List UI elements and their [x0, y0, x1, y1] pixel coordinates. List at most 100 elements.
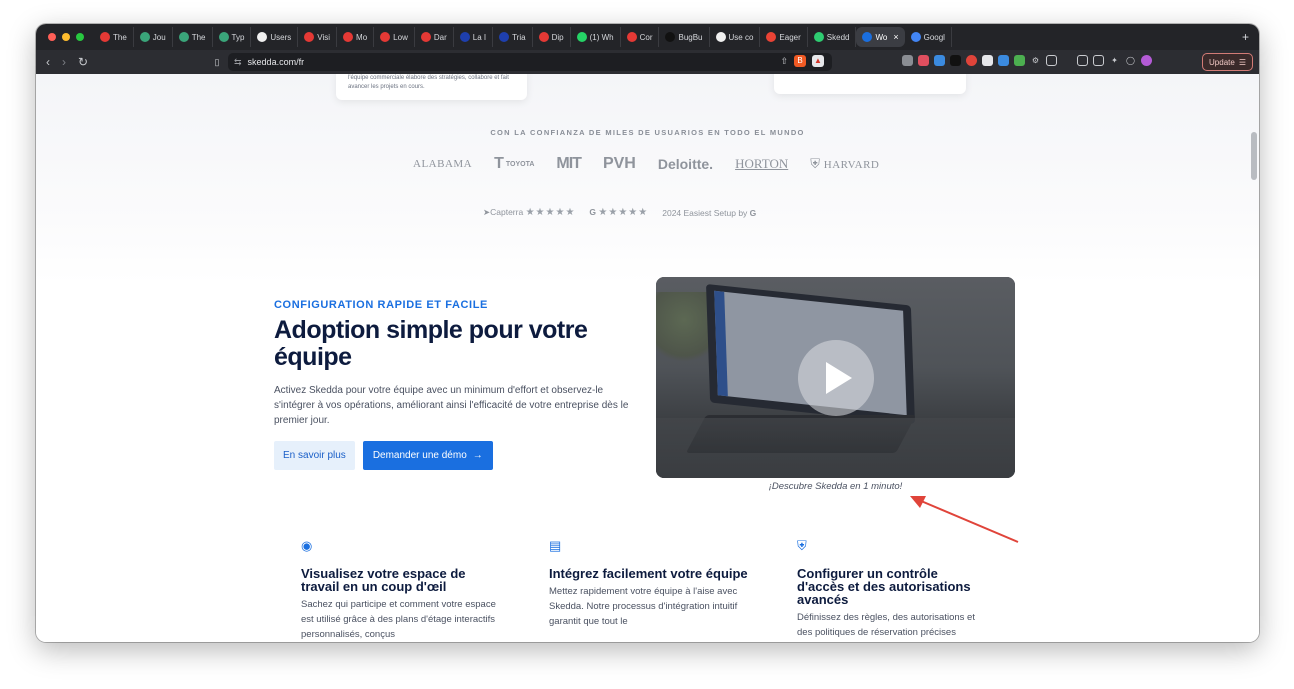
extension-sync-icon[interactable] — [934, 55, 945, 66]
feature-title: Configurer un contrôle d'accès et des au… — [797, 566, 971, 607]
extension-magnet-icon[interactable] — [918, 55, 929, 66]
url-text[interactable]: skedda.com/fr — [248, 57, 305, 67]
feature-text: Sachez qui participe et comment votre es… — [301, 599, 496, 640]
browser-tab[interactable]: Eager — [760, 27, 808, 47]
arrow-right-icon: → — [472, 450, 483, 461]
address-bar-actions: ⇧ B ▲ — [780, 55, 824, 67]
tab-label: La I — [472, 32, 487, 42]
extension-record-icon[interactable] — [966, 55, 977, 66]
brave-rewards-icon[interactable]: ▲ — [812, 55, 824, 67]
extension-box-icon[interactable] — [1046, 55, 1057, 66]
feature-access-control: ⛨ Configurer un contrôle d'accès et des … — [797, 539, 987, 640]
tab-label: Visi — [317, 32, 331, 42]
feature-card-text: l'équipe commerciale élabore des stratég… — [348, 75, 509, 90]
leo-icon[interactable]: ✦ — [1109, 55, 1120, 66]
vpn-icon[interactable]: ◯ — [1125, 55, 1136, 66]
section-description: Activez Skedda pour votre équipe avec un… — [274, 385, 629, 426]
tab-label: Eager — [779, 32, 801, 42]
video-player[interactable] — [656, 277, 1015, 478]
capterra-label: Capterra — [490, 207, 524, 217]
g2-stars: ★★★★★ — [598, 207, 649, 218]
feature-onboarding: ▤ Intégrez facilement votre équipe Mette… — [549, 539, 749, 629]
youtube-icon — [538, 32, 549, 42]
browser-tab[interactable]: The — [94, 27, 134, 47]
play-button[interactable] — [798, 340, 874, 416]
tab-label: The — [191, 32, 206, 42]
site-settings-icon[interactable]: ⇆ — [228, 57, 248, 68]
extension-settings-icon[interactable] — [982, 55, 993, 66]
section-headline: Adoption simple pour votre équipe — [274, 316, 588, 371]
harvard-logo-text: HARVARD — [823, 159, 880, 171]
browser-tab[interactable]: Wo × — [856, 27, 905, 47]
whatsapp-icon — [576, 32, 587, 42]
nav-buttons: ‹ › ↻ — [36, 55, 204, 69]
tab-label: Tria — [512, 32, 526, 42]
page-scrollbar[interactable] — [1251, 132, 1257, 180]
customer-logos: ALABAMA T TOYOTA MIT PVH Deloitte. HORTO… — [413, 155, 879, 173]
browser-tab[interactable]: Low — [374, 27, 415, 47]
forward-icon[interactable]: › — [62, 55, 66, 69]
harvard-shield-icon: ⛨ — [810, 156, 821, 171]
back-icon[interactable]: ‹ — [46, 55, 50, 69]
new-tab-button[interactable]: + — [1232, 30, 1259, 44]
trust-heading: CON LA CONFIANZA DE MILES DE USUARIOS EN… — [490, 128, 805, 137]
browser-tab[interactable]: The — [173, 27, 213, 47]
sidebar-icon[interactable] — [1077, 55, 1088, 66]
bookmark-icon[interactable]: ▯ — [206, 57, 228, 68]
github-icon — [257, 32, 268, 42]
browser-tab[interactable]: Dip — [533, 27, 571, 47]
close-tab-icon[interactable]: × — [893, 32, 898, 42]
browser-tab[interactable]: Jou — [134, 27, 173, 47]
youtube-icon — [304, 32, 315, 42]
learn-more-button[interactable]: En savoir plus — [274, 441, 355, 470]
toyota-logo: T TOYOTA — [494, 155, 535, 172]
g2-icon: G — [589, 207, 597, 217]
video-table-surface — [656, 418, 1015, 478]
books-icon: ▤ — [549, 538, 562, 553]
skedda-icon — [862, 32, 873, 42]
browser-tab[interactable]: Mo — [337, 27, 375, 47]
award-label: 2024 Easiest Setup by — [662, 207, 748, 218]
tab-label: Jou — [152, 32, 166, 42]
request-demo-button[interactable]: Demander une démo → — [362, 441, 493, 470]
g2-rating: G ★★★★★ — [589, 207, 648, 218]
extension-camera-icon[interactable] — [950, 55, 961, 66]
ratings-row: ➤Capterra ★★★★★ G ★★★★★ 2024 Easiest Set… — [483, 207, 756, 218]
skedda-icon — [813, 32, 824, 42]
zoom-window-button[interactable] — [76, 33, 84, 41]
extension-doc-icon[interactable] — [998, 55, 1009, 66]
tab-label: Cor — [639, 32, 653, 42]
tab-label: BugBu — [678, 32, 703, 42]
puzzle-icon[interactable]: ⚙ — [1030, 55, 1041, 66]
reload-icon[interactable]: ↻ — [78, 55, 88, 69]
browser-tab[interactable]: Tria — [493, 27, 533, 47]
extensions-bar: ⚙ ✦ ◯ — [902, 55, 1152, 66]
profile-icon[interactable] — [1141, 55, 1152, 66]
address-bar[interactable]: ▯ ⇆ skedda.com/fr ⇧ B ▲ — [215, 53, 832, 71]
browser-tab[interactable]: Cor — [621, 27, 660, 47]
extension-icon[interactable] — [902, 55, 913, 66]
brave-shields-icon[interactable]: B — [794, 55, 806, 67]
browser-tab[interactable]: Typ — [213, 27, 252, 47]
browser-tab[interactable]: Googl — [905, 27, 952, 47]
close-window-button[interactable] — [48, 33, 56, 41]
tab-label: The — [113, 32, 127, 42]
minimize-window-button[interactable] — [62, 33, 70, 41]
browser-tab[interactable]: (1) Wh — [571, 27, 621, 47]
play-icon — [826, 362, 852, 394]
browser-tab[interactable]: Dar — [415, 27, 454, 47]
browser-tab[interactable]: Users — [251, 27, 299, 47]
extension-screen-icon[interactable] — [1014, 55, 1025, 66]
mit-logo: MIT — [556, 155, 582, 172]
browser-tab[interactable]: Visi — [298, 27, 338, 47]
annotation-arrow-line — [913, 497, 1019, 543]
browser-tab[interactable]: Skedd — [808, 27, 857, 47]
browser-tab[interactable]: La I — [454, 27, 494, 47]
browser-tab[interactable]: Use co — [710, 27, 761, 47]
horton-logo: HORTON — [735, 156, 789, 171]
wallet-icon[interactable] — [1093, 55, 1104, 66]
tab-label: Use co — [728, 32, 754, 42]
update-button[interactable]: Update ☰ — [1202, 53, 1253, 71]
browser-tab[interactable]: BugBu — [659, 27, 710, 47]
share-icon[interactable]: ⇧ — [780, 56, 788, 67]
